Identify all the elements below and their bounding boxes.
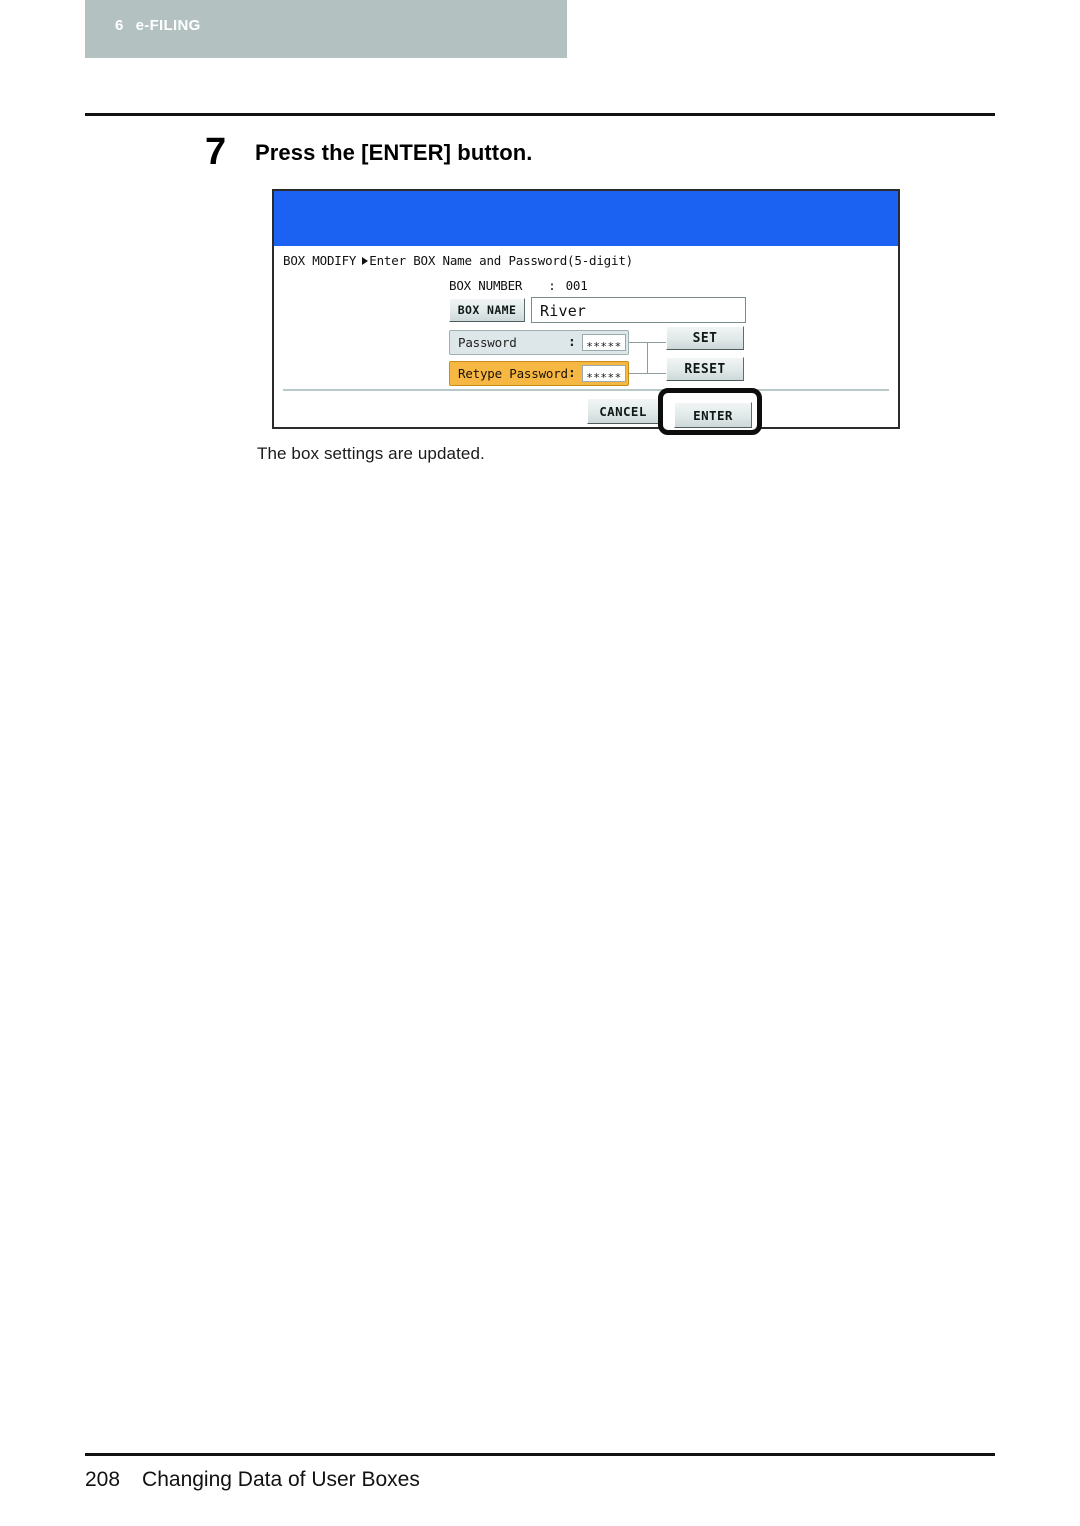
box-name-value: River [540,302,587,320]
action-row-separator [283,389,889,391]
footer-section-title: Changing Data of User Boxes [142,1468,420,1491]
breadcrumb-arrow-icon [362,256,369,265]
lcd-titlebar [274,191,898,246]
page-number: 208 [85,1468,121,1491]
password-field-row[interactable]: Password : ∗∗∗∗∗ [449,330,629,355]
chapter-title: e-FILING [135,17,201,34]
cancel-button[interactable]: CANCEL [587,398,659,424]
box-number-colon: : [548,278,556,293]
footer-divider-rule [85,1453,995,1456]
step-title: Press the [ENTER] button. [255,140,533,165]
chapter-header-text: 6 e-FILING [115,17,201,34]
lcd-body: BOX MODIFY Enter BOX Name and Password(5-… [274,246,898,435]
retype-password-value: ∗∗∗∗∗ [582,365,626,382]
enter-button[interactable]: ENTER [674,402,752,428]
set-button[interactable]: SET [666,326,744,350]
retype-password-field-row[interactable]: Retype Password : ∗∗∗∗∗ [449,361,629,386]
box-number-label: BOX NUMBER [449,278,523,293]
connector-line-vertical [647,342,648,374]
step-number: 7 [205,131,226,173]
enter-button-callout-highlight: ENTER [658,388,762,435]
box-name-input[interactable]: River [531,297,746,323]
retype-password-label: Retype Password [458,366,568,381]
password-label: Password [458,335,517,350]
chapter-number: 6 [115,17,124,34]
box-name-button[interactable]: BOX NAME [449,298,525,322]
chapter-header-band: 6 e-FILING [85,0,567,58]
box-number-value: 001 [565,278,588,293]
reset-button[interactable]: RESET [666,357,744,381]
page-footer: 208 Changing Data of User Boxes [85,1468,995,1502]
password-colon: : [568,335,576,350]
box-number-readout: BOX NUMBER:001 [449,278,588,293]
breadcrumb-current: Enter BOX Name and Password(5-digit) [369,253,633,268]
breadcrumb: BOX MODIFY Enter BOX Name and Password(5-… [283,253,633,268]
retype-password-colon: : [568,366,576,381]
step-heading: 7 Press the [ENTER] button. [205,130,985,176]
breadcrumb-prefix: BOX MODIFY [283,253,357,268]
password-value: ∗∗∗∗∗ [582,334,626,351]
figure-caption: The box settings are updated. [257,444,485,463]
lcd-panel-figure: BOX MODIFY Enter BOX Name and Password(5-… [272,189,900,435]
header-divider-rule [85,113,995,116]
